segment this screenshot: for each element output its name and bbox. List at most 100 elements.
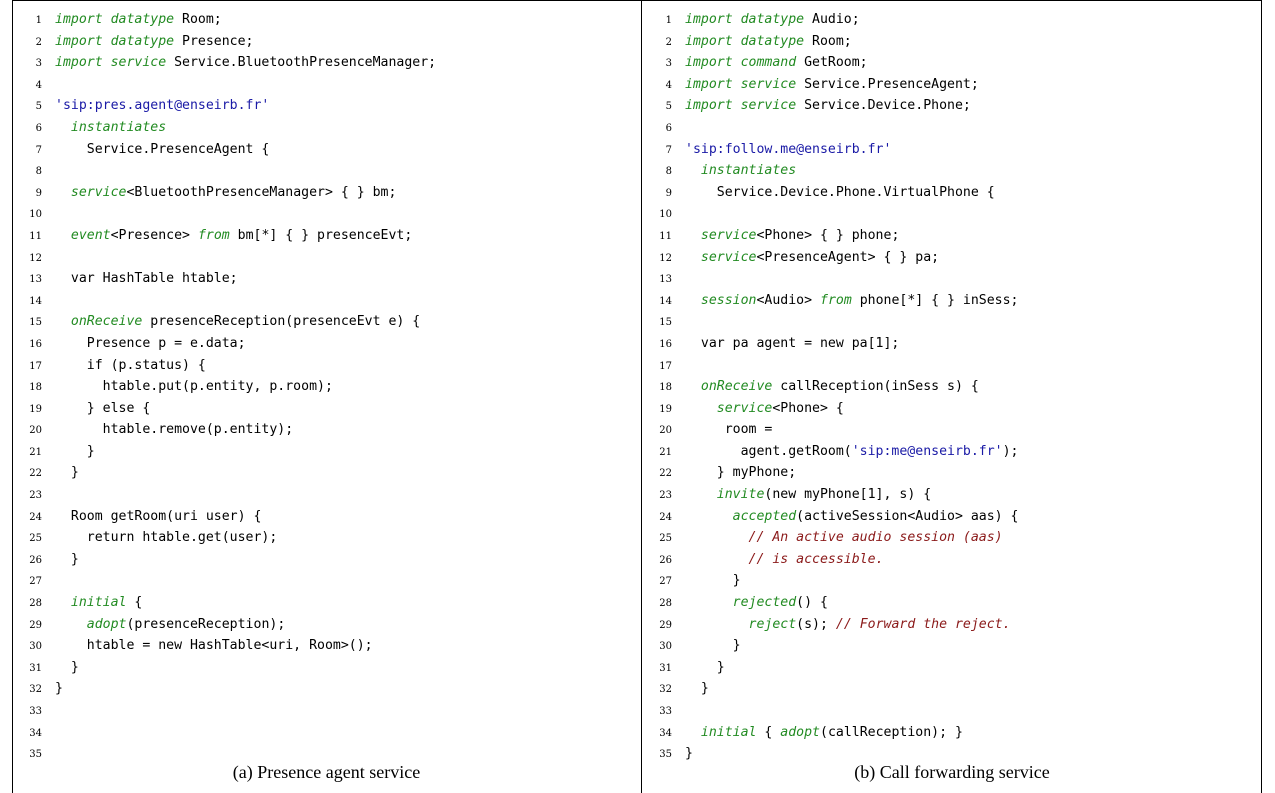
code-line: 2 import datatype Room; xyxy=(652,31,1252,53)
line-number: 7 xyxy=(665,144,672,156)
code-text: } xyxy=(685,681,709,697)
line-number: 14 xyxy=(29,295,42,307)
code-keyword: import service xyxy=(685,98,797,114)
line-number: 1 xyxy=(665,15,672,26)
code-line: 17 xyxy=(652,355,1252,377)
code-text: } xyxy=(685,659,725,675)
code-text: <Audio> xyxy=(756,292,820,308)
code-comment: // An active audio session (aas) xyxy=(748,530,1003,546)
line-number: 2 xyxy=(35,36,42,48)
line-number: 21 xyxy=(659,446,672,458)
code-line: 5 'sip:pres.agent@enseirb.fr' xyxy=(22,95,632,117)
code-line: 12 xyxy=(22,247,632,269)
code-line: 15 onReceive presenceReception(presenceE… xyxy=(22,311,632,333)
code-line: 6 instantiates xyxy=(22,117,632,139)
code-keyword: service xyxy=(700,249,757,265)
line-number: 25 xyxy=(659,533,672,545)
line-number: 31 xyxy=(659,662,672,674)
code-line: 27 } xyxy=(652,570,1252,592)
line-number: 16 xyxy=(659,338,672,350)
code-text: Presence p = e.data; xyxy=(55,335,246,351)
code-line: 32} xyxy=(22,678,632,700)
code-text: Presence; xyxy=(174,33,254,49)
line-number: 1 xyxy=(35,15,42,26)
code-text: Room; xyxy=(174,12,222,27)
code-line: 31 } xyxy=(22,657,632,679)
code-text: } xyxy=(685,746,693,762)
line-number: 23 xyxy=(659,490,672,502)
line-number: 4 xyxy=(665,79,672,91)
code-text: Service.PresenceAgent; xyxy=(796,76,979,92)
code-line: 25 return htable.get(user); xyxy=(22,527,632,549)
line-number: 34 xyxy=(29,727,42,739)
code-keyword: rejected xyxy=(732,595,797,611)
code-line: 17 if (p.status) { xyxy=(22,355,632,377)
code-keyword: accepted xyxy=(732,508,797,524)
line-number: 30 xyxy=(29,641,42,653)
line-number: 3 xyxy=(35,58,42,70)
code-line: 22 } myPhone; xyxy=(652,462,1252,484)
code-line: 21 } xyxy=(22,441,632,463)
code-text: } xyxy=(685,638,741,654)
code-text: (callReception); } xyxy=(820,724,963,740)
code-line: 18 htable.put(p.entity, p.room); xyxy=(22,376,632,398)
code-line: 21 agent.getRoom('sip:me@enseirb.fr'); xyxy=(652,441,1252,463)
code-line: 12 service<PresenceAgent> { } pa; xyxy=(652,247,1252,269)
code-keyword: import datatype xyxy=(685,33,805,49)
line-number: 22 xyxy=(659,468,672,480)
code-text: Service.Device.Phone.VirtualPhone { xyxy=(685,184,995,200)
line-number: 19 xyxy=(659,403,672,415)
code-line: 10 xyxy=(652,203,1252,225)
line-number: 32 xyxy=(29,684,42,696)
code-text: bm[*] { } presenceEvt; xyxy=(229,227,413,243)
code-text: var HashTable htable; xyxy=(55,271,238,287)
line-number: 22 xyxy=(29,468,42,480)
code-line: 4 xyxy=(22,74,632,96)
code-line: 7 Service.PresenceAgent { xyxy=(22,139,632,161)
code-line: 31 } xyxy=(652,657,1252,679)
line-number: 16 xyxy=(29,338,42,350)
line-number: 24 xyxy=(659,511,672,523)
line-number: 24 xyxy=(29,511,42,523)
code-line: 14 xyxy=(22,290,632,312)
code-line: 7 'sip:follow.me@enseirb.fr' xyxy=(652,139,1252,161)
code-keyword: service xyxy=(716,400,773,416)
line-number: 12 xyxy=(659,252,672,264)
line-number: 15 xyxy=(659,317,672,329)
code-string: 'sip:pres.agent@enseirb.fr' xyxy=(55,98,270,114)
code-line: 26 } xyxy=(22,549,632,571)
panel-divider xyxy=(641,0,642,793)
code-keyword: import datatype xyxy=(55,33,175,49)
code-text: (activeSession<Audio> aas) { xyxy=(796,508,1019,524)
code-line: 20 htable.remove(p.entity); xyxy=(22,419,632,441)
code-string: 'sip:follow.me@enseirb.fr' xyxy=(685,141,892,157)
line-number: 17 xyxy=(29,360,42,372)
code-text: <Phone> { } phone; xyxy=(756,227,900,243)
code-text: } xyxy=(55,551,79,567)
line-number: 20 xyxy=(29,425,42,437)
code-line: 24 accepted(activeSession<Audio> aas) { xyxy=(652,506,1252,528)
line-number: 26 xyxy=(659,554,672,566)
line-number: 19 xyxy=(29,403,42,415)
code-line: 15 xyxy=(652,311,1252,333)
code-line: 8 instantiates xyxy=(652,160,1252,182)
code-line: 24 Room getRoom(uri user) { xyxy=(22,506,632,528)
code-text: <Phone> { xyxy=(772,400,844,416)
code-text: presenceReception(presenceEvt e) { xyxy=(142,314,421,330)
line-number: 15 xyxy=(29,317,42,329)
code-keyword: event xyxy=(70,227,111,243)
code-text: Service.PresenceAgent { xyxy=(55,141,270,157)
presence-agent-code-listing: 1 import datatype Room; 2 import datatype P… xyxy=(22,9,632,765)
code-keyword: session xyxy=(700,292,757,308)
code-text: Audio; xyxy=(804,12,860,27)
code-line: 30 } xyxy=(652,635,1252,657)
code-text: } xyxy=(55,443,95,459)
code-text: () { xyxy=(796,595,828,611)
